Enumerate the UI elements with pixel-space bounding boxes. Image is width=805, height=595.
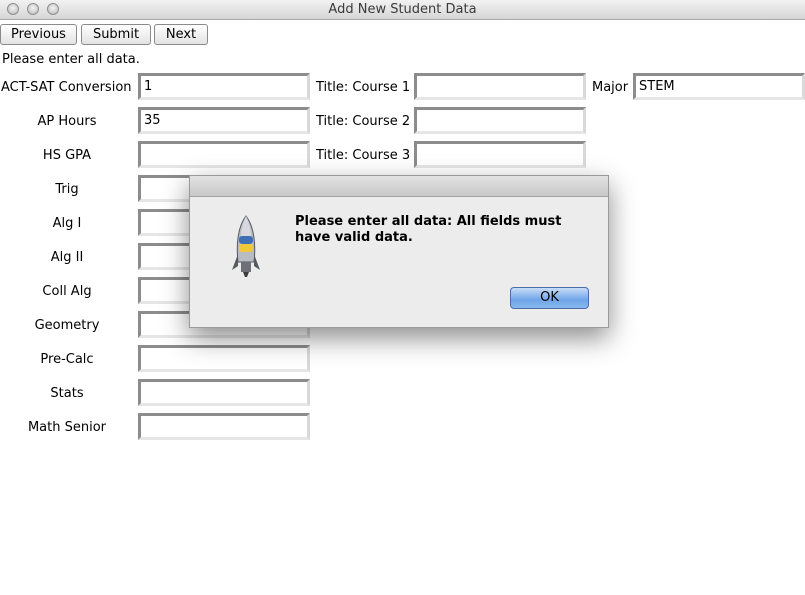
pre-calc-field[interactable] <box>138 345 310 372</box>
ok-button[interactable]: OK <box>510 287 589 309</box>
course-3-title-field[interactable] <box>414 141 586 168</box>
stats-label: Stats <box>50 386 84 401</box>
course-3-title-label: Title: Course 3 <box>316 148 411 163</box>
course-1-title-field[interactable] <box>414 73 586 100</box>
coll-alg-label: Coll Alg <box>42 284 92 299</box>
math-senior-label: Math Senior <box>27 420 107 435</box>
act-sat-field[interactable]: 1 <box>138 73 310 100</box>
previous-button[interactable]: Previous <box>0 24 77 45</box>
python-rocket-icon <box>232 215 260 277</box>
major-label: Major <box>592 80 629 95</box>
course-1-title-label: Title: Course 1 <box>316 80 411 95</box>
hs-gpa-field[interactable] <box>138 141 310 168</box>
ap-hours-field[interactable]: 35 <box>138 107 310 134</box>
geometry-label: Geometry <box>34 318 100 333</box>
pre-calc-label: Pre-Calc <box>40 352 94 367</box>
act-sat-label: ACT-SAT Conversion <box>1 80 132 95</box>
trig-label: Trig <box>55 182 79 197</box>
course-2-title-label: Title: Course 2 <box>316 114 411 129</box>
alg-ii-label: Alg II <box>50 250 84 265</box>
alert-dialog: Please enter all data: All fields must h… <box>189 175 609 328</box>
instruction-text: Please enter all data. <box>2 52 140 67</box>
dialog-message: Please enter all data: All fields must h… <box>295 214 562 245</box>
next-button[interactable]: Next <box>154 24 208 45</box>
stats-field[interactable] <box>138 379 310 406</box>
window-title: Add New Student Data <box>328 2 477 17</box>
submit-button[interactable]: Submit <box>81 24 151 45</box>
major-field[interactable]: STEM <box>633 73 805 100</box>
course-2-title-field[interactable] <box>414 107 586 134</box>
ap-hours-label: AP Hours <box>37 114 97 129</box>
math-senior-field[interactable] <box>138 413 310 440</box>
alg-i-label: Alg I <box>52 216 82 231</box>
window-titlebar: Add New Student Data <box>0 0 805 20</box>
dialog-titlebar <box>190 176 608 197</box>
hs-gpa-label: HS GPA <box>42 148 92 163</box>
